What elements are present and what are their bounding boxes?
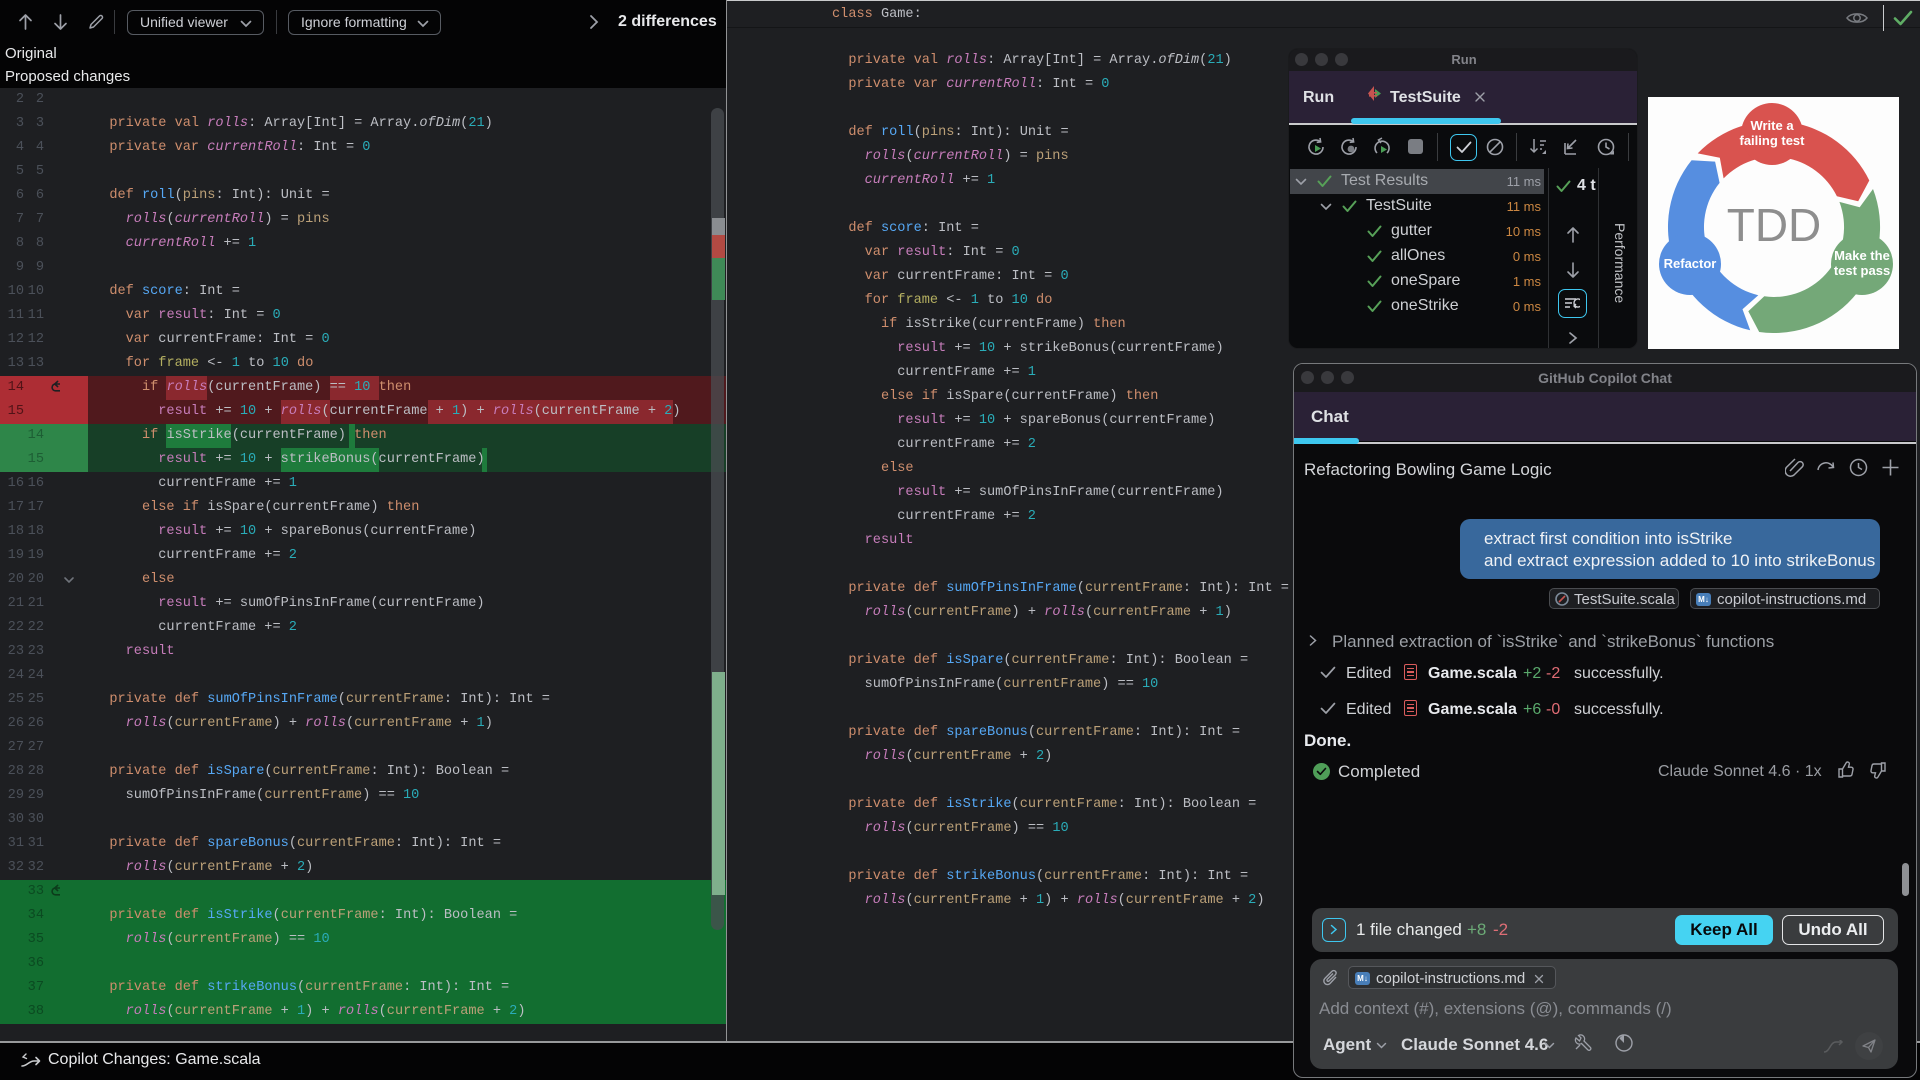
svg-text:Write a: Write a xyxy=(1750,118,1794,133)
svg-text:failing test: failing test xyxy=(1739,133,1805,148)
svg-text:Make the: Make the xyxy=(1834,248,1890,263)
svg-text:Refactor: Refactor xyxy=(1664,256,1717,271)
svg-text:TDD: TDD xyxy=(1727,199,1822,251)
svg-text:test pass: test pass xyxy=(1834,263,1890,278)
